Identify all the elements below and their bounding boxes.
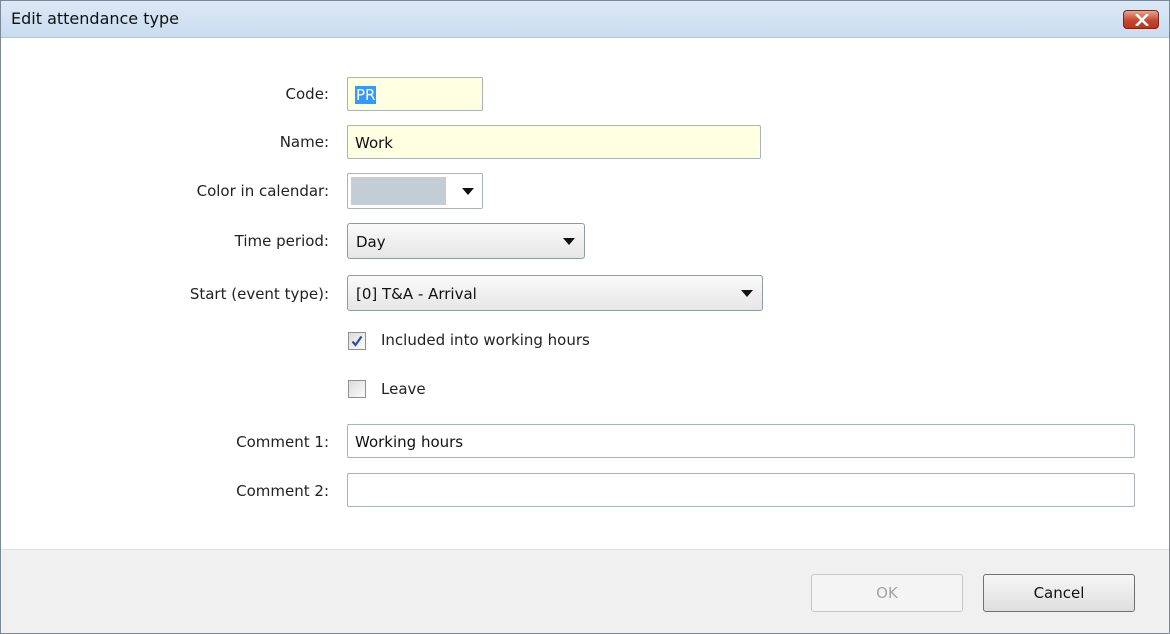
checkmark-icon xyxy=(351,335,363,347)
code-label: Code: xyxy=(285,85,329,103)
dialog-footer: OK Cancel xyxy=(1,550,1169,633)
close-button[interactable] xyxy=(1123,10,1159,29)
dialog-window: Edit attendance type Code: PR Name: Work… xyxy=(0,0,1170,634)
chevron-down-icon xyxy=(741,290,753,297)
leave-label[interactable]: Leave xyxy=(381,380,426,398)
name-input[interactable]: Work xyxy=(347,125,761,159)
color-swatch xyxy=(351,177,446,205)
comment1-input[interactable]: Working hours xyxy=(347,424,1135,458)
included-checkbox[interactable] xyxy=(348,332,366,350)
color-label: Color in calendar: xyxy=(196,182,329,200)
start-event-type-value: [0] T&A - Arrival xyxy=(356,285,477,303)
chevron-down-icon xyxy=(462,188,474,195)
color-picker[interactable] xyxy=(347,173,483,209)
comment2-label: Comment 2: xyxy=(236,482,329,500)
leave-checkbox[interactable] xyxy=(348,380,366,398)
comment1-label: Comment 1: xyxy=(236,433,329,451)
included-label[interactable]: Included into working hours xyxy=(381,331,590,349)
time-period-select[interactable]: Day xyxy=(347,223,585,259)
close-icon xyxy=(1135,14,1149,26)
cancel-button[interactable]: Cancel xyxy=(983,574,1135,612)
title-bar: Edit attendance type xyxy=(1,1,1169,38)
start-label: Start (event type): xyxy=(189,285,329,303)
code-input[interactable]: PR xyxy=(347,77,483,111)
chevron-down-icon xyxy=(563,238,575,245)
dialog-title: Edit attendance type xyxy=(11,9,179,28)
time-period-label: Time period: xyxy=(234,232,329,250)
code-value: PR xyxy=(355,86,377,104)
ok-button[interactable]: OK xyxy=(811,574,963,612)
start-event-type-select[interactable]: [0] T&A - Arrival xyxy=(347,275,763,311)
time-period-value: Day xyxy=(356,233,386,251)
name-label: Name: xyxy=(279,133,329,151)
comment2-input[interactable] xyxy=(347,473,1135,507)
